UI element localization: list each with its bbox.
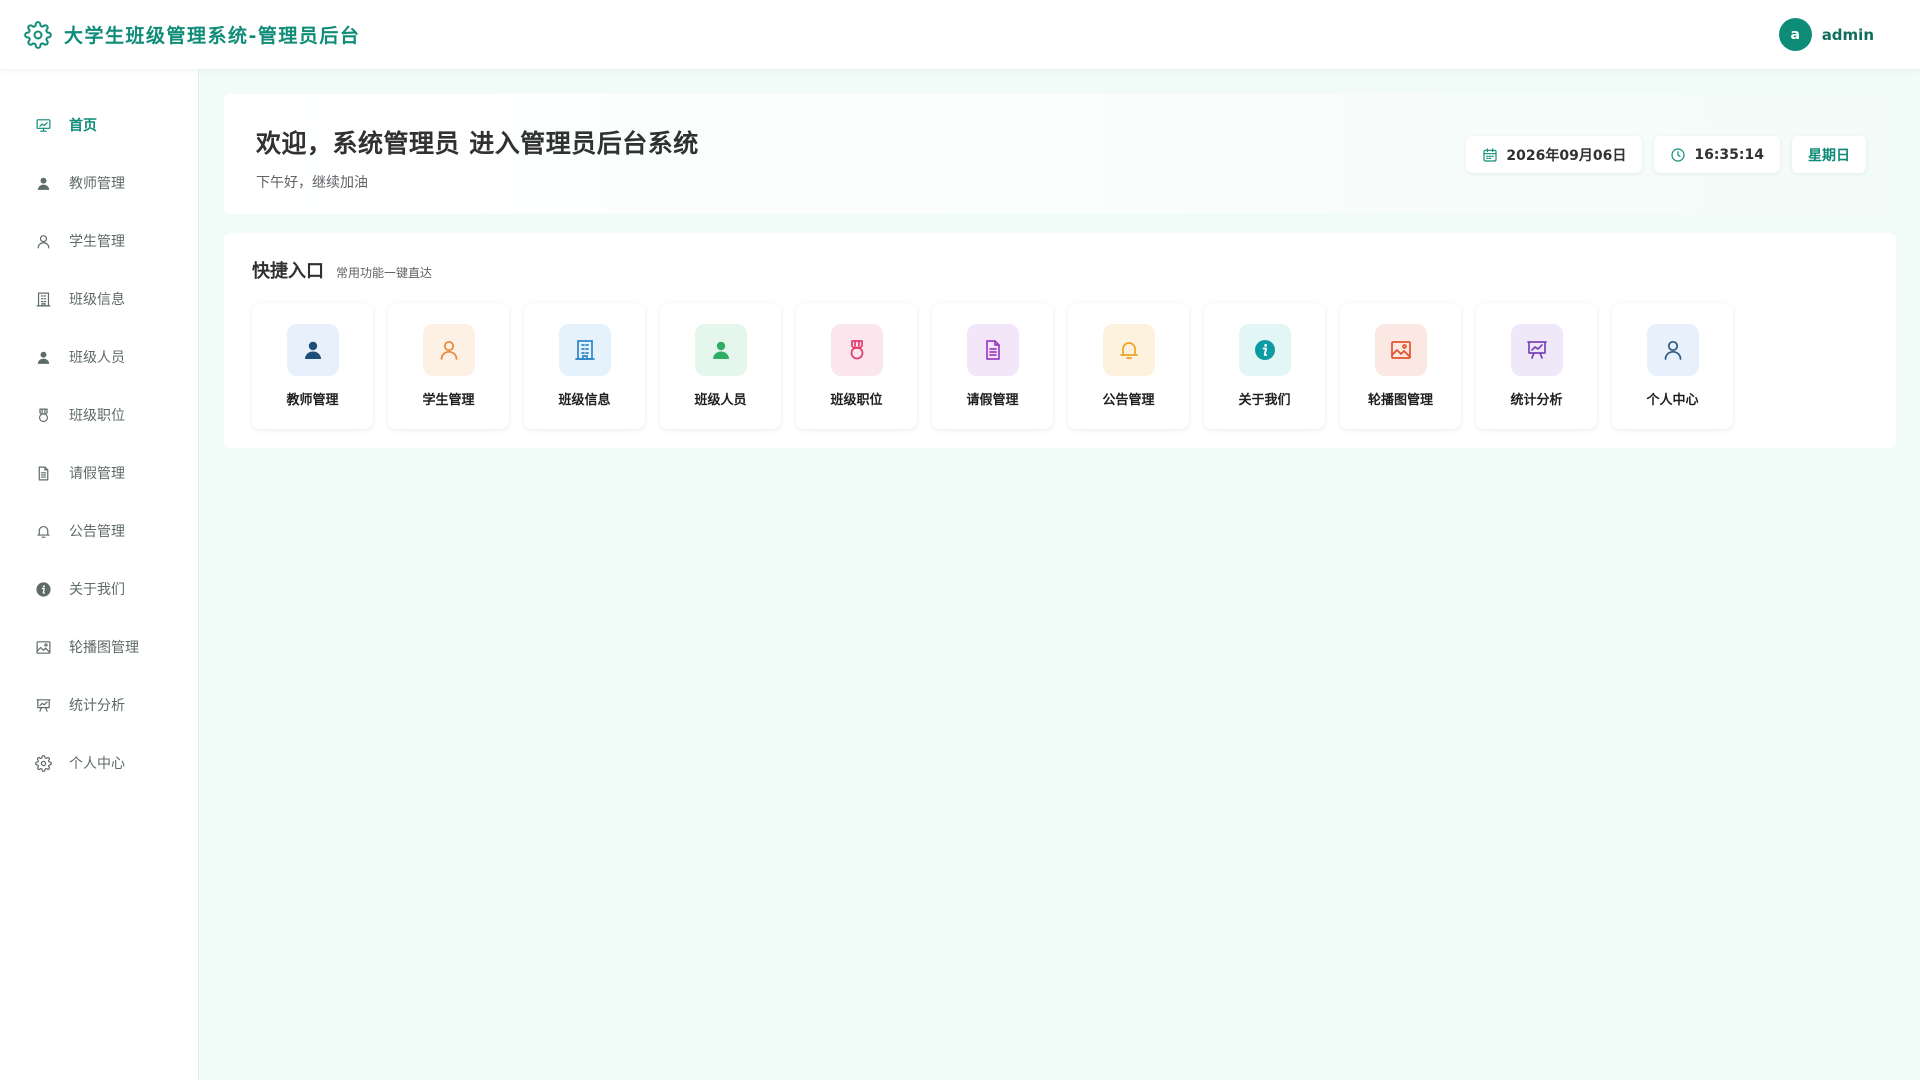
top-bar: 大学生班级管理系统-管理员后台 a admin [0,0,1920,69]
quick-tile-label: 班级职位 [830,393,883,408]
quick-entry-subtitle: 常用功能一键直达 [336,266,433,280]
document-icon [35,465,52,482]
quick-entry-tiles: 教师管理 学生管理 班级信息 班级人员 班级职位 请假管理 公告管理 关于我们 轮播图管理 统计分… [252,303,1868,429]
sidebar-item-3[interactable]: 班级信息 [0,270,198,328]
sidebar-item-1[interactable]: 教师管理 [0,154,198,212]
building-icon [558,324,611,376]
quick-tile-label: 个人中心 [1646,393,1699,408]
quick-tile-label: 统计分析 [1510,393,1563,408]
quick-tile-label: 学生管理 [422,393,475,408]
weekday-pill: 星期日 [1792,136,1866,173]
welcome-card: 欢迎，系统管理员 进入管理员后台系统 下午好，继续加油 2026年09月06日 … [224,94,1896,214]
user-outline-icon [1646,324,1699,376]
user-filled-icon [35,175,52,192]
quick-tile-1[interactable]: 学生管理 [388,303,509,429]
avatar[interactable]: a [1778,18,1812,51]
weekday-text: 星期日 [1808,147,1850,164]
sidebar-item-9[interactable]: 轮播图管理 [0,618,198,676]
sidebar-item-10[interactable]: 统计分析 [0,676,198,734]
quick-tile-7[interactable]: 关于我们 [1204,303,1325,429]
sidebar-item-6[interactable]: 请假管理 [0,444,198,502]
quick-tile-9[interactable]: 统计分析 [1476,303,1597,429]
quick-tile-8[interactable]: 轮播图管理 [1340,303,1461,429]
sidebar-item-label: 统计分析 [69,698,125,714]
document-icon [966,324,1019,376]
user-filled-icon [694,324,747,376]
quick-tile-label: 教师管理 [286,393,339,408]
quick-tile-0[interactable]: 教师管理 [252,303,373,429]
bell-icon [1102,324,1155,376]
sidebar-item-label: 首页 [69,118,97,134]
date-text: 2026年09月06日 [1506,147,1627,164]
sidebar-item-label: 学生管理 [69,234,125,250]
info-icon [35,581,52,598]
sidebar-item-11[interactable]: 个人中心 [0,734,198,792]
quick-tile-label: 请假管理 [966,393,1019,408]
dashboard-icon [35,117,52,134]
sidebar-item-label: 班级职位 [69,408,125,424]
quick-tile-4[interactable]: 班级职位 [796,303,917,429]
sidebar-item-label: 班级信息 [69,292,125,308]
sidebar-item-7[interactable]: 公告管理 [0,502,198,560]
gear-icon [24,20,52,49]
quick-tile-label: 轮播图管理 [1367,393,1433,408]
quick-entry-header: 快捷入口 常用功能一键直达 [252,257,1868,283]
welcome-subtitle: 下午好，继续加油 [256,175,368,191]
quick-tile-label: 关于我们 [1238,393,1291,408]
calendar-icon [1483,147,1498,162]
time-text: 16:35:14 [1694,146,1764,163]
user-outline-icon [422,324,475,376]
gear-icon [35,754,52,772]
datetime-pills: 2026年09月06日 16:35:14 星期日 [1466,136,1866,173]
user-filled-icon [286,324,339,376]
quick-tile-3[interactable]: 班级人员 [660,303,781,429]
brand[interactable]: 大学生班级管理系统-管理员后台 [24,20,361,49]
sidebar-item-label: 请假管理 [69,466,125,482]
user-menu[interactable]: a admin [1778,18,1874,51]
app-title: 大学生班级管理系统-管理员后台 [64,25,361,47]
picture-icon [1374,324,1427,376]
picture-icon [35,639,52,656]
time-pill: 16:35:14 [1654,136,1780,173]
presentation-icon [1510,324,1563,376]
quick-tile-label: 公告管理 [1102,393,1155,408]
sidebar-item-label: 班级人员 [69,350,125,366]
bell-icon [35,523,52,540]
building-icon [35,291,52,308]
sidebar-item-label: 教师管理 [69,176,125,192]
quick-entry-panel: 快捷入口 常用功能一键直达 教师管理 学生管理 班级信息 班级人员 班级职位 请假管理 公告… [224,233,1896,448]
sidebar-item-5[interactable]: 班级职位 [0,386,198,444]
clock-icon [1671,147,1685,162]
quick-tile-2[interactable]: 班级信息 [524,303,645,429]
quick-tile-label: 班级信息 [558,393,611,408]
presentation-icon [35,697,52,714]
sidebar-item-label: 公告管理 [69,524,125,540]
sidebar-item-label: 个人中心 [69,756,125,772]
username[interactable]: admin [1822,26,1874,44]
sidebar-item-0[interactable]: 首页 [0,96,198,154]
quick-tile-label: 班级人员 [694,393,747,408]
quick-tile-5[interactable]: 请假管理 [932,303,1053,429]
user-filled-icon [35,349,52,366]
quick-entry-title: 快捷入口 [252,261,324,282]
sidebar-item-2[interactable]: 学生管理 [0,212,198,270]
user-outline-icon [35,233,52,250]
medal-icon [830,324,883,376]
info-icon [1238,324,1291,376]
quick-tile-6[interactable]: 公告管理 [1068,303,1189,429]
sidebar-item-8[interactable]: 关于我们 [0,560,198,618]
quick-tile-10[interactable]: 个人中心 [1612,303,1733,429]
date-pill: 2026年09月06日 [1466,136,1643,173]
medal-icon [35,407,52,424]
sidebar-item-4[interactable]: 班级人员 [0,328,198,386]
sidebar: 首页教师管理学生管理班级信息班级人员班级职位请假管理公告管理关于我们轮播图管理统… [0,69,199,1080]
sidebar-item-label: 轮播图管理 [69,640,139,656]
sidebar-item-label: 关于我们 [69,582,125,598]
